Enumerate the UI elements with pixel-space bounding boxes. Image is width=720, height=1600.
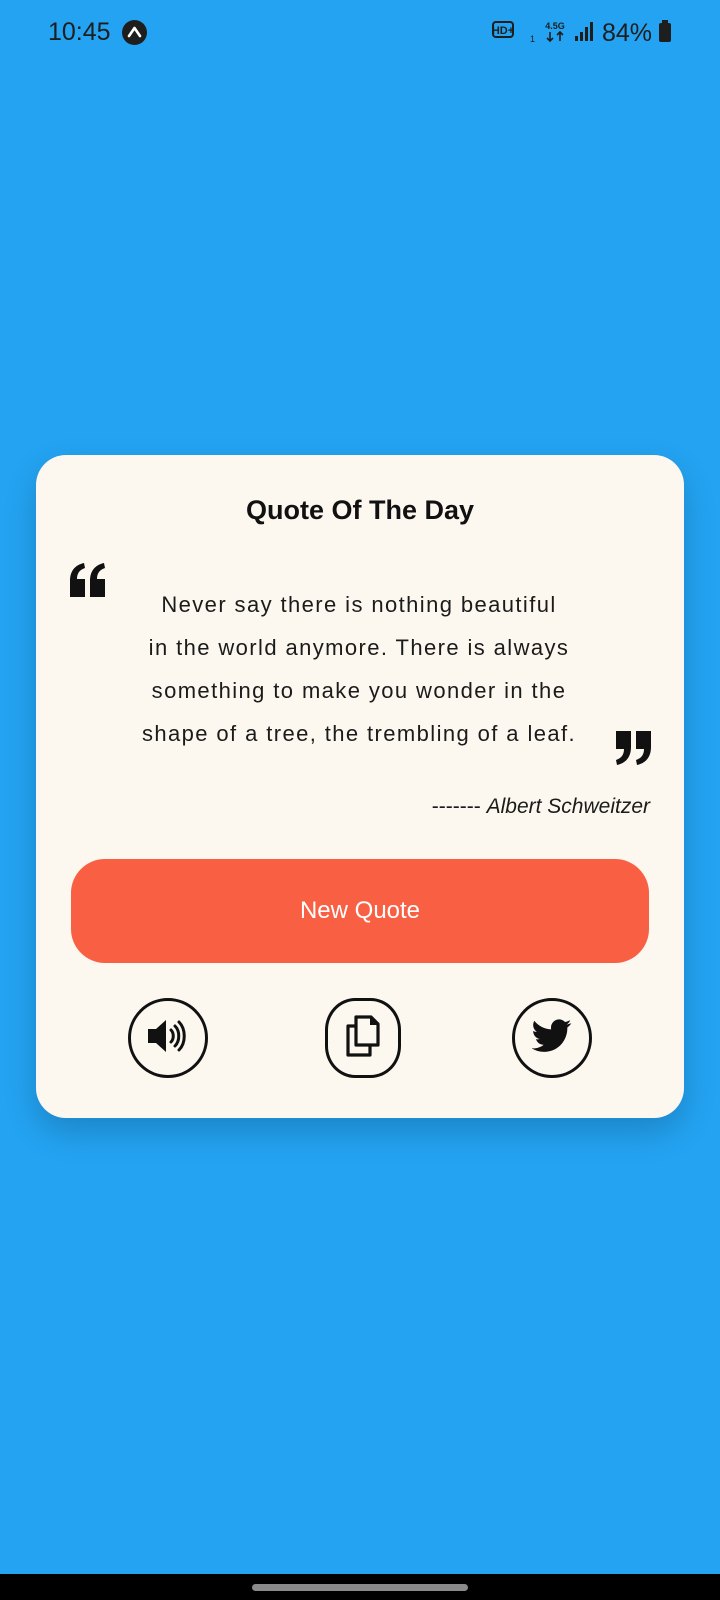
- home-gesture-handle[interactable]: [252, 1584, 468, 1591]
- navigation-bar: [0, 1574, 720, 1600]
- author-line: ------- Albert Schweitzer: [432, 795, 650, 819]
- battery-percent: 84%: [601, 18, 652, 47]
- copy-button[interactable]: [325, 998, 401, 1078]
- new-quote-button[interactable]: New Quote: [71, 859, 649, 963]
- quote-line: in the world anymore. There is always: [148, 635, 570, 660]
- status-time: 10:45: [48, 18, 111, 46]
- author-name: Albert Schweitzer: [486, 795, 650, 818]
- status-indicators: HD+ 1 4.5G 84%: [492, 16, 672, 50]
- copy-icon: [345, 1014, 381, 1062]
- network-type-icon: 4.5G: [542, 18, 568, 49]
- author-prefix: -------: [431, 795, 481, 818]
- speak-button[interactable]: [128, 998, 208, 1078]
- status-bar: 10:45 HD+ 1 4.5G 84%: [0, 0, 720, 66]
- quote-text: Never say there is nothing beautiful in …: [106, 583, 612, 755]
- network-sub: 1: [530, 34, 535, 44]
- network-label: HD+: [492, 25, 514, 37]
- card-title: Quote Of The Day: [245, 495, 475, 525]
- quote-close-icon: [614, 729, 652, 765]
- speaker-icon: [146, 1016, 190, 1061]
- quote-line: something to make you wonder in the: [151, 678, 567, 703]
- network-type: 4.5G: [545, 21, 565, 31]
- quote-open-icon: [68, 563, 108, 599]
- quote-line: shape of a tree, the trembling of a leaf…: [141, 721, 577, 746]
- twitter-icon: [531, 1018, 572, 1058]
- signal-icon: [574, 19, 596, 48]
- arrow-up-circle-icon: [122, 20, 147, 45]
- hd-plus-icon: HD+ 1: [492, 18, 536, 49]
- quote-card: Quote Of The Day Never say there is noth…: [36, 455, 684, 1118]
- tweet-button[interactable]: [512, 998, 592, 1078]
- quote-line: Never say there is nothing beautiful: [161, 592, 557, 617]
- battery-icon: [658, 19, 672, 48]
